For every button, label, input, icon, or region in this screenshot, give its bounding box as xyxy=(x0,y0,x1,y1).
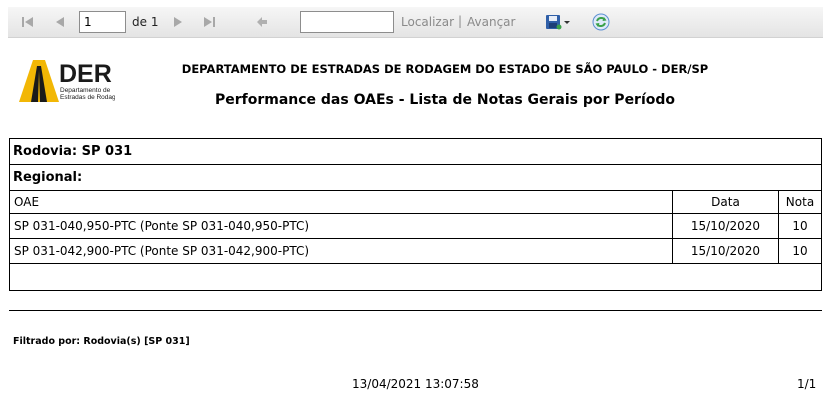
date-cell: 15/10/2020 xyxy=(673,214,779,238)
oae-cell: SP 031-042,900-PTC (Ponte SP 031-042,900… xyxy=(10,239,673,263)
column-header-data: Data xyxy=(673,191,779,213)
rodovia-group-row: Rodovia: SP 031 xyxy=(10,139,821,165)
back-to-parent-icon[interactable] xyxy=(254,13,270,31)
filter-description: Filtrado por: Rodovia(s) [SP 031] xyxy=(13,336,190,347)
footer-datetime: 13/04/2021 13:07:58 xyxy=(352,377,479,391)
organization-title: DEPARTAMENTO DE ESTRADAS DE RODAGEM DO E… xyxy=(181,62,709,76)
notes-table: Rodovia: SP 031 Regional: OAE Data Nota … xyxy=(9,138,822,291)
oae-cell: SP 031-040,950-PTC (Ponte SP 031-040,950… xyxy=(10,214,673,238)
table-row: SP 031-040,950-PTC (Ponte SP 031-040,950… xyxy=(10,214,821,239)
nota-cell: 10 xyxy=(792,219,808,233)
find-next-link[interactable]: Avançar xyxy=(467,15,515,29)
table-footer-empty-row xyxy=(10,264,821,290)
report-title: Performance das OAEs - Lista de Notas Ge… xyxy=(214,92,676,108)
find-link[interactable]: Localizar xyxy=(401,15,454,29)
column-header-nota: Nota xyxy=(785,195,815,209)
regional-label: Regional: xyxy=(13,170,83,185)
date-cell: 15/10/2020 xyxy=(673,239,779,263)
table-header-row: OAE Data Nota xyxy=(10,191,821,214)
bottom-divider xyxy=(9,310,822,311)
refresh-icon[interactable] xyxy=(591,13,611,31)
table-row: SP 031-042,900-PTC (Ponte SP 031-042,900… xyxy=(10,239,821,264)
footer-page-number: 1/1 xyxy=(797,377,817,391)
column-header-oae: OAE xyxy=(10,191,673,213)
svg-text:DER: DER xyxy=(59,60,112,88)
export-save-icon[interactable] xyxy=(544,13,574,31)
rodovia-label: Rodovia: SP 031 xyxy=(13,144,133,159)
last-page-icon[interactable] xyxy=(201,13,217,31)
previous-page-icon[interactable] xyxy=(52,13,68,31)
report-toolbar: de 1 Localizar | Avançar xyxy=(8,7,823,38)
page-count-label: de 1 xyxy=(132,15,159,29)
der-logo: DER Departamento de Estradas de Rodagem xyxy=(19,60,125,102)
first-page-icon[interactable] xyxy=(20,13,36,31)
svg-text:Estradas de Rodagem: Estradas de Rodagem xyxy=(60,94,115,101)
next-page-icon[interactable] xyxy=(170,13,186,31)
find-text-input[interactable] xyxy=(300,11,394,33)
page-number-input[interactable] xyxy=(79,11,126,33)
svg-text:Departamento de: Departamento de xyxy=(60,87,111,94)
nota-cell: 10 xyxy=(792,244,808,258)
find-separator: | xyxy=(458,14,463,28)
regional-group-row: Regional: xyxy=(10,165,821,191)
